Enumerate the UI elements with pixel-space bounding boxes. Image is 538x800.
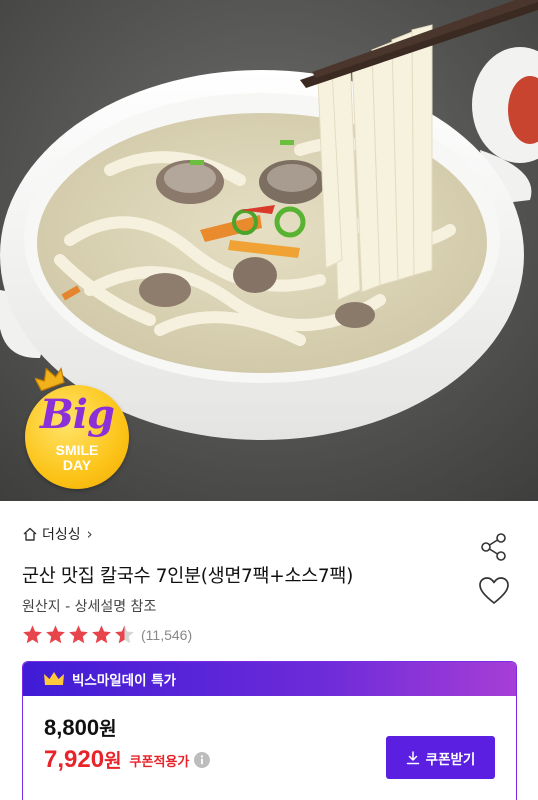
badge-line-day: DAY: [62, 457, 92, 473]
badge-smile-day-text: SMILE DAY: [25, 443, 129, 473]
sale-price: 7,920원: [44, 746, 122, 774]
get-coupon-button[interactable]: 쿠폰받기: [386, 736, 495, 779]
product-title: 군산 맛집 칼국수 7인분(생면7팩+소스7팩): [22, 566, 353, 587]
original-price: 8,800원: [44, 714, 117, 741]
deal-header-label: 빅스마일데이 특가: [72, 673, 177, 689]
heart-icon[interactable]: [478, 576, 510, 606]
home-icon: [23, 527, 37, 541]
rating-stars: [22, 624, 135, 645]
star-icon: [23, 625, 42, 644]
brand-link[interactable]: 더싱싱 ›: [22, 524, 93, 544]
brand-name: 더싱싱: [42, 527, 81, 543]
sale-price-currency: 원: [104, 750, 122, 772]
sale-price-row: 7,920원 쿠폰적용가: [44, 746, 211, 774]
get-coupon-label: 쿠폰받기: [425, 751, 476, 768]
star-icon: [92, 625, 111, 644]
sale-price-value: 7,920: [44, 746, 105, 773]
info-icon[interactable]: [194, 752, 211, 768]
deal-header: 빅스마일데이 특가: [23, 662, 516, 696]
product-origin: 원산지 - 상세설명 참조: [22, 599, 157, 615]
product-image[interactable]: Big SMILE DAY: [0, 0, 538, 501]
download-icon: [406, 750, 419, 764]
share-icon[interactable]: [479, 532, 509, 562]
review-count: (11,546): [141, 626, 193, 643]
big-smile-day-badge: Big SMILE DAY: [25, 365, 135, 495]
coupon-price-note: 쿠폰적용가: [129, 754, 190, 770]
deal-box: 빅스마일데이 특가 8,800원 7,920원 쿠폰적용가 쿠폰받기: [22, 661, 517, 800]
product-rating[interactable]: (11,546): [22, 624, 192, 645]
star-icon: [69, 625, 88, 644]
badge-big-text: Big: [40, 391, 115, 438]
original-price-currency: 원: [99, 718, 117, 740]
half-star-icon: [115, 625, 134, 644]
original-price-value: 8,800: [44, 715, 100, 740]
crown-icon: [44, 672, 64, 685]
chevron-right-icon: ›: [86, 525, 93, 543]
star-icon: [46, 625, 65, 644]
badge-line-smile: SMILE: [55, 442, 99, 458]
